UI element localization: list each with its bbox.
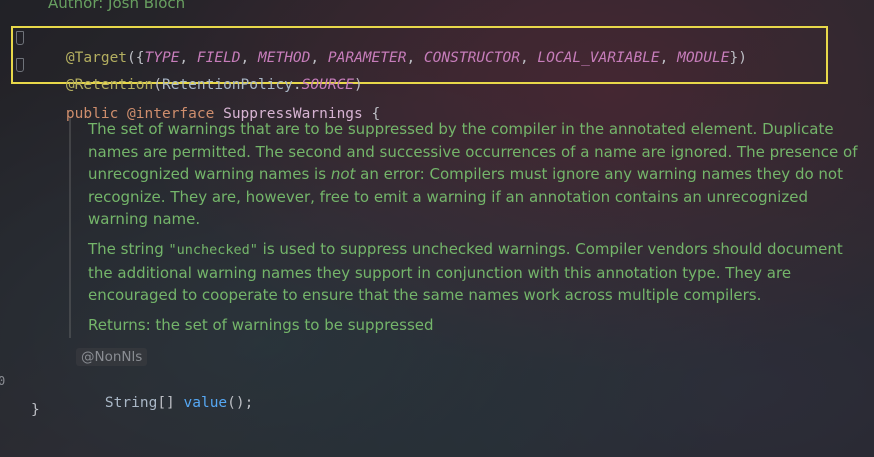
doc-code-unchecked: "unchecked"	[168, 242, 258, 258]
element-type-module: MODULE	[677, 50, 730, 66]
nonnls-inlay-hint[interactable]: @NonNls	[76, 348, 148, 366]
return-type: String	[104, 395, 158, 411]
doc-paragraph-2: The string "unchecked" is used to suppre…	[88, 240, 843, 304]
doc-author-line: Author: Josh Bloch	[48, 0, 186, 12]
code-editor[interactable]: Author: Josh Bloch @Target({TYPE, FIELD,…	[0, 0, 874, 457]
code-line-method[interactable]: String[] value();	[70, 373, 253, 433]
doc-comment-gutter-bar	[69, 118, 71, 338]
element-type-constructor: CONSTRUCTOR	[423, 50, 520, 66]
element-type-local-variable: LOCAL_VARIABLE	[537, 50, 660, 66]
doc-paragraph-1: The set of warnings that are to be suppr…	[88, 120, 858, 228]
doc-returns: Returns: the set of warnings to be suppr…	[88, 316, 434, 334]
gutter-marker: 0	[0, 374, 6, 388]
method-name: value	[183, 395, 228, 411]
doc-italic-not: not	[330, 165, 356, 183]
code-line-closing-brace[interactable]: }	[31, 400, 40, 420]
